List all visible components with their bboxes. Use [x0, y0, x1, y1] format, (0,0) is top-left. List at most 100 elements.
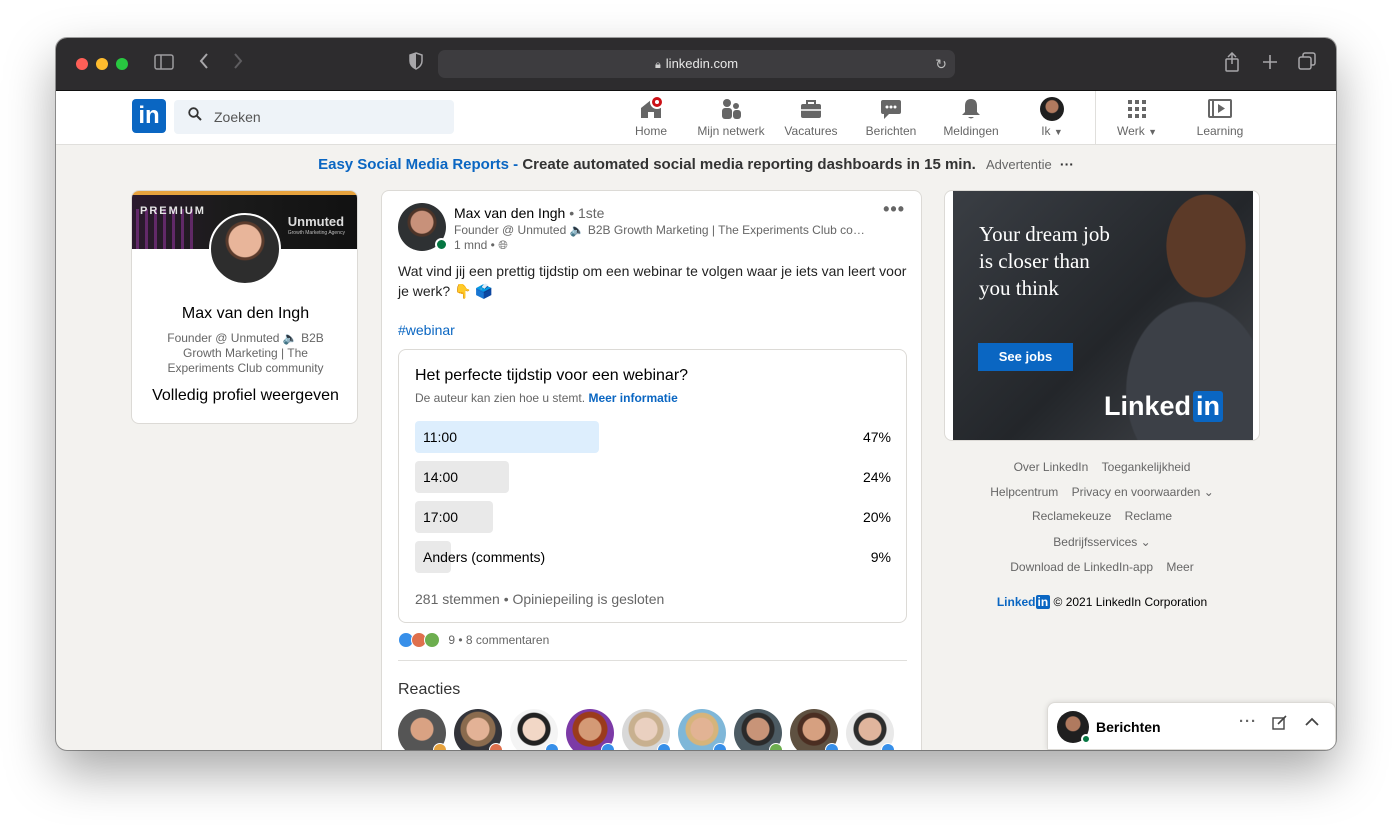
poll-option-label: Anders (comments)	[423, 549, 546, 565]
reactor-avatar[interactable]	[398, 709, 447, 750]
profile-avatar[interactable]	[209, 213, 281, 285]
notification-badge	[650, 95, 664, 109]
poll-footer: 281 stemmen • Opiniepeiling is gesloten	[415, 591, 665, 607]
post-author[interactable]: Max van den Ingh • 1ste	[454, 205, 604, 221]
bell-icon	[962, 99, 980, 119]
online-status-icon	[435, 238, 448, 251]
ad-more-icon[interactable]: ···	[1060, 156, 1074, 172]
footer-link-ad-choices[interactable]: Reclamekeuze	[1032, 509, 1111, 523]
poll-option: Anders (comments) 9%	[415, 541, 891, 573]
chevron-up-icon[interactable]	[1304, 715, 1320, 732]
close-window-button[interactable]	[76, 58, 88, 70]
see-jobs-button[interactable]: See jobs	[978, 343, 1073, 371]
footer-link-privacy[interactable]: Privacy en voorwaarden ⌄	[1072, 485, 1214, 499]
messaging-avatar	[1057, 711, 1091, 744]
reactor-avatar[interactable]	[734, 709, 783, 750]
profile-name[interactable]: Max van den Ingh	[132, 305, 357, 323]
reactor-avatar[interactable]	[454, 709, 503, 750]
post-more-icon[interactable]: •••	[883, 199, 905, 220]
ad-text[interactable]: Create automated social media reporting …	[522, 156, 975, 173]
nav-jobs[interactable]: Vacatures	[780, 95, 842, 141]
forward-icon[interactable]	[232, 52, 244, 76]
poll-option: 17:00 20%	[415, 501, 891, 533]
poll-option-pct: 47%	[862, 429, 891, 445]
reactor-avatar[interactable]	[566, 709, 615, 750]
author-avatar[interactable]	[398, 203, 448, 251]
minimize-window-button[interactable]	[96, 58, 108, 70]
poll-option: 11:00 47%	[415, 421, 891, 453]
feed-post: Max van den Ingh • 1ste Founder @ Unmute…	[381, 190, 922, 750]
address-bar[interactable]: 🔒︎ linkedin.com ↻	[438, 50, 955, 78]
profile-headline: Founder @ Unmuted 🔈 B2B Growth Marketing…	[167, 331, 324, 375]
ad-card[interactable]: Your dream job is closer than you think …	[944, 190, 1260, 441]
search-box[interactable]	[174, 100, 454, 134]
reaction-count[interactable]: 9	[448, 633, 455, 647]
footer-link-more[interactable]: Meer	[1166, 560, 1193, 574]
zoom-window-button[interactable]	[116, 58, 128, 70]
nav-work-label: Werk ▼	[1116, 124, 1158, 138]
messaging-more-icon[interactable]: ···	[1239, 713, 1257, 730]
poll: Het perfecte tijdstip voor een webinar? …	[398, 349, 907, 623]
footer-link-app[interactable]: Download de LinkedIn-app	[1010, 560, 1153, 574]
view-full-profile-link[interactable]: Volledig profiel weergeven	[132, 387, 357, 405]
reactor-avatar[interactable]	[510, 709, 559, 750]
linkedin-navbar: in Home Mijn netwerk Vacatures Berichten…	[56, 91, 1336, 145]
reactor-avatar[interactable]	[790, 709, 839, 750]
comment-count[interactable]: 8 commentaren	[466, 633, 549, 647]
nav-home[interactable]: Home	[630, 95, 672, 141]
ad-link[interactable]: Easy Social Media Reports -	[318, 156, 518, 173]
copyright: Linked in © 2021 LinkedIn Corporation	[996, 595, 1208, 609]
reload-icon[interactable]: ↻	[935, 50, 947, 78]
compose-icon[interactable]	[1272, 715, 1287, 734]
author-headline: Founder @ Unmuted 🔈 B2B Growth Marketing…	[454, 223, 874, 237]
ad-linkedin-logo: Linked in	[1104, 391, 1223, 422]
dropdown-caret-icon: ▼	[1148, 127, 1158, 137]
nav-jobs-label: Vacatures	[784, 124, 838, 138]
messaging-overlay[interactable]: Berichten ···	[1047, 702, 1336, 750]
messaging-icon	[881, 100, 901, 119]
sidebar-icon[interactable]	[154, 52, 174, 76]
footer-link-about[interactable]: Over LinkedIn	[1014, 460, 1089, 474]
reactor-avatar[interactable]	[846, 709, 895, 750]
poll-option-pct: 20%	[862, 509, 891, 525]
me-avatar	[1040, 97, 1064, 121]
nav-my-network[interactable]: Mijn netwerk	[690, 95, 772, 141]
sponsored-banner[interactable]: Easy Social Media Reports - Create autom…	[56, 156, 1336, 173]
new-tab-icon[interactable]	[1262, 52, 1278, 76]
footer-link-business[interactable]: Bedrijfsservices ⌄	[1053, 535, 1150, 549]
nav-divider	[1095, 91, 1096, 145]
nav-notifications[interactable]: Meldingen	[938, 95, 1004, 141]
browser-window: 🔒︎ linkedin.com ↻ in Home Mijn netwerk	[56, 38, 1336, 750]
nav-learning[interactable]: Learning	[1190, 95, 1250, 141]
nav-notifications-label: Meldingen	[943, 124, 999, 138]
messaging-title[interactable]: Berichten	[1096, 719, 1161, 735]
reactor-avatar[interactable]	[678, 709, 727, 750]
nav-me[interactable]: Ik ▼	[1032, 95, 1072, 141]
nav-learning-label: Learning	[1196, 124, 1244, 138]
search-input[interactable]	[214, 100, 444, 134]
privacy-shield-icon[interactable]	[408, 52, 424, 76]
back-icon[interactable]	[198, 52, 210, 76]
linkedin-logo[interactable]: in	[132, 99, 166, 133]
browser-titlebar: 🔒︎ linkedin.com ↻	[56, 38, 1336, 91]
url-text: linkedin.com	[665, 56, 739, 71]
nav-me-label: Ik ▼	[1041, 124, 1063, 138]
support-reaction-icon	[424, 632, 440, 648]
footer-link-advertising[interactable]: Reclame	[1125, 509, 1172, 523]
reactor-avatar[interactable]	[622, 709, 671, 750]
nav-messaging[interactable]: Berichten	[860, 95, 922, 141]
divider	[398, 660, 907, 661]
grid-icon	[1128, 100, 1146, 118]
share-icon[interactable]	[1224, 51, 1240, 78]
social-counts[interactable]: 9 • 8 commentaren	[398, 632, 549, 652]
ad-image[interactable]: Your dream job is closer than you think …	[953, 191, 1253, 440]
tabs-overview-icon[interactable]	[1298, 52, 1316, 76]
hashtag-link[interactable]: #webinar	[398, 322, 455, 338]
ad-tag: Advertentie	[985, 157, 1052, 172]
poll-question: Het perfecte tijdstip voor een webinar?	[415, 367, 689, 384]
nav-home-label: Home	[634, 124, 667, 138]
footer-link-accessibility[interactable]: Toegankelijkheid	[1102, 460, 1191, 474]
nav-work[interactable]: Werk ▼	[1112, 95, 1162, 141]
more-info-link[interactable]: Meer informatie	[588, 391, 677, 405]
footer-link-help[interactable]: Helpcentrum	[990, 485, 1058, 499]
